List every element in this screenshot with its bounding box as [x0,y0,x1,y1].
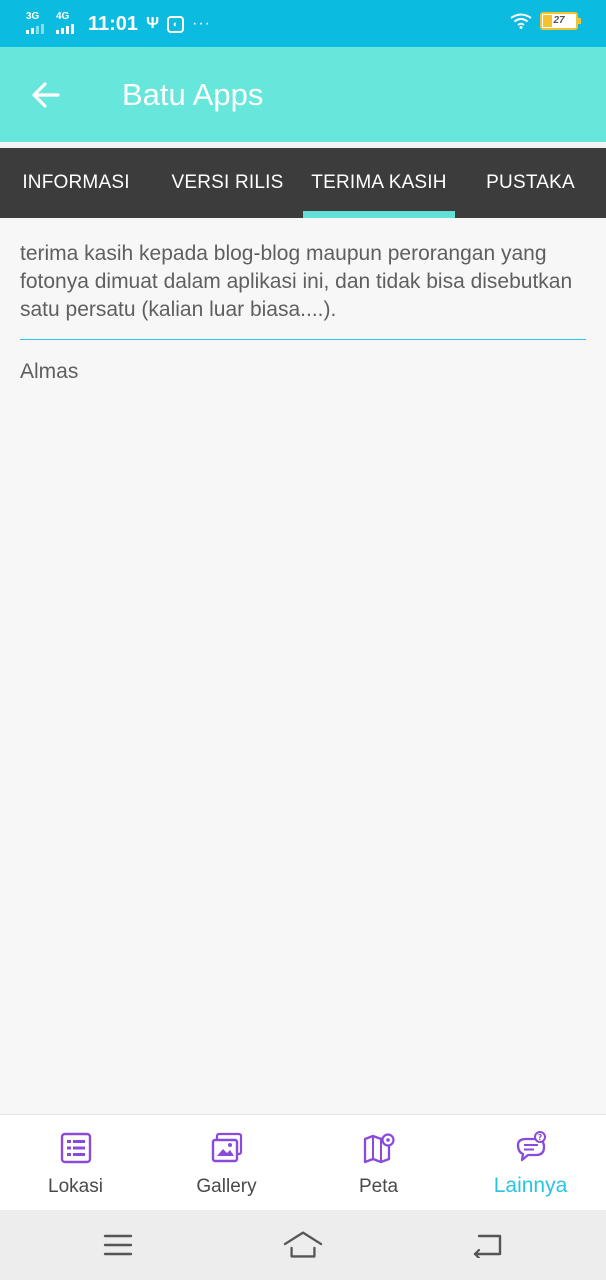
tab-informasi[interactable]: INFORMASI [0,148,152,218]
battery-level: 27 [553,15,565,26]
menu-icon [103,1234,133,1256]
active-tab-indicator [303,211,455,218]
gallery-icon [211,1132,242,1163]
system-navigation-bar [0,1210,606,1280]
thanks-panel: terima kasih kepada blog-blog maupun per… [20,240,586,384]
nav-gallery[interactable]: Gallery [151,1115,302,1211]
usb-icon: Ψ [146,15,160,32]
home-icon [283,1231,323,1258]
app-bar: Batu Apps [0,47,606,142]
nav-lokasi[interactable]: Lokasi [0,1115,151,1211]
thanks-text: terima kasih kepada blog-blog maupun per… [20,242,573,321]
list-item: Almas [20,360,79,383]
back-button[interactable] [22,73,70,117]
map-icon [363,1133,395,1164]
wifi-icon [510,13,532,29]
usb-debug-icon: ◐ [167,15,185,33]
clock: 11:01 [88,12,139,35]
bottom-navigation: Lokasi Gallery Peta ? Lainnya [0,1114,606,1210]
menu-button[interactable] [98,1227,138,1263]
status-bar: 3G 4G 11:01 Ψ ◐ ··· 27 [0,0,606,47]
back-nav-icon [473,1234,502,1258]
content-divider [20,339,586,340]
tab-versi-rilis[interactable]: VERSI RILIS [152,148,303,218]
nav-label: Lokasi [48,1176,103,1197]
network-type-1: 3G [26,11,40,22]
battery-icon: 27 [540,12,581,30]
tab-terima-kasih[interactable]: TERIMA KASIH [303,148,455,218]
nav-label: Peta [358,1176,399,1197]
arrow-left-icon [32,82,60,108]
tab-pustaka[interactable]: PUSTAKA [455,148,606,218]
tab-bar: INFORMASI VERSI RILIS TERIMA KASIH PUSTA… [0,148,606,218]
svg-text:?: ? [537,1133,542,1142]
chat-help-icon: ? [516,1131,546,1162]
nav-peta[interactable]: Peta [303,1115,454,1211]
more-notifications-icon: ··· [192,15,211,32]
back-nav-button[interactable] [467,1227,507,1263]
nav-lainnya[interactable]: ? Lainnya [455,1115,606,1211]
list-icon [60,1132,91,1164]
home-button[interactable] [283,1227,323,1263]
signal-4g-icon: 4G [56,12,78,36]
network-type-2: 4G [56,11,70,22]
page-title: Batu Apps [122,77,264,112]
signal-3g-icon: 3G [26,12,48,36]
nav-label: Gallery [196,1176,257,1197]
nav-label: Lainnya [493,1174,568,1197]
